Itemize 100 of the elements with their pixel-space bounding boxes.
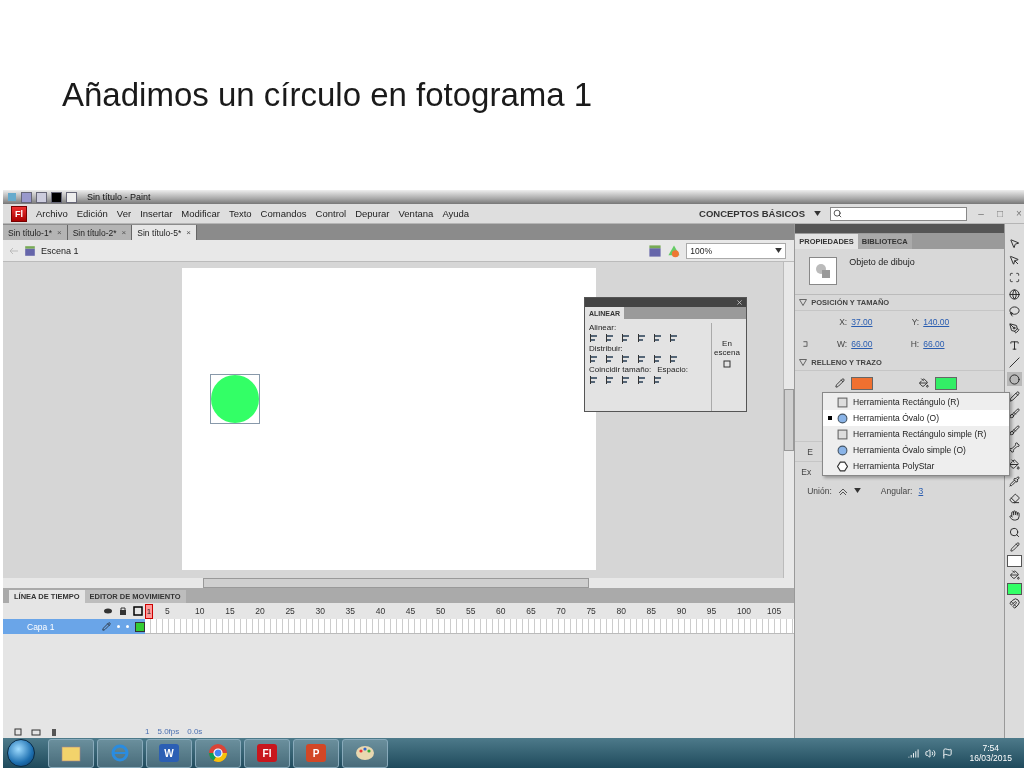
tool-button[interactable] bbox=[1007, 440, 1022, 454]
volume-icon[interactable] bbox=[925, 747, 937, 759]
tool-button[interactable] bbox=[1007, 491, 1022, 505]
menu-item[interactable]: Insertar bbox=[140, 208, 173, 219]
angular-value[interactable]: 3 bbox=[918, 485, 959, 496]
y-value[interactable]: 140.00 bbox=[923, 317, 964, 327]
tool-button[interactable] bbox=[1007, 423, 1022, 437]
lock-dot[interactable] bbox=[126, 625, 129, 628]
frame-number: 55 bbox=[466, 606, 476, 616]
tool-button[interactable] bbox=[1007, 338, 1022, 352]
angular-label: Angular: bbox=[880, 485, 913, 496]
vertical-scrollbar[interactable] bbox=[783, 262, 795, 578]
tool-button[interactable] bbox=[1007, 474, 1022, 488]
fill-color-swatch[interactable] bbox=[935, 376, 958, 390]
signal-icon[interactable] bbox=[908, 747, 920, 759]
caret-icon[interactable] bbox=[853, 488, 861, 493]
align-icon bbox=[669, 354, 679, 364]
close-icon[interactable]: × bbox=[121, 228, 127, 237]
tool-button[interactable] bbox=[1007, 287, 1022, 301]
taskbar-app[interactable]: P bbox=[293, 738, 339, 768]
tool-button[interactable] bbox=[1007, 406, 1022, 420]
outline-swatch[interactable] bbox=[135, 621, 145, 632]
tool-button[interactable] bbox=[1007, 508, 1022, 522]
elapsed-time: 0.0s bbox=[187, 727, 203, 736]
taskbar-app[interactable]: Fl bbox=[244, 738, 290, 768]
caret-icon[interactable] bbox=[814, 211, 821, 216]
scene-name[interactable]: Escena 1 bbox=[41, 245, 79, 256]
menu-item[interactable]: Herramienta Óvalo simple (O) bbox=[823, 442, 1009, 458]
back-arrow-icon bbox=[9, 245, 19, 256]
menu-item[interactable]: Edición bbox=[76, 208, 108, 219]
quick-access-icon[interactable] bbox=[51, 191, 62, 203]
width-value[interactable]: 66.00 bbox=[851, 339, 892, 349]
tool-button[interactable] bbox=[1007, 389, 1022, 403]
height-value[interactable]: 66.00 bbox=[923, 339, 964, 349]
clock[interactable]: 7:54 16/03/2015 bbox=[969, 743, 1012, 763]
fill-color-swatch[interactable] bbox=[1007, 583, 1022, 595]
start-button[interactable] bbox=[7, 739, 35, 767]
document-tab[interactable]: Sin título-5* × bbox=[132, 225, 197, 240]
flag-icon[interactable] bbox=[942, 747, 954, 759]
tool-button[interactable] bbox=[1007, 457, 1022, 471]
document-tab[interactable]: Sin título-1* × bbox=[3, 225, 68, 240]
workspace-switcher[interactable]: CONCEPTOS BÁSICOS bbox=[699, 208, 805, 219]
tool-button[interactable] bbox=[1007, 236, 1022, 250]
tool-button[interactable] bbox=[1007, 304, 1022, 318]
section-label: Coincidir tamaño: bbox=[589, 365, 652, 374]
x-value[interactable]: 37.00 bbox=[851, 317, 892, 327]
folder-icon bbox=[60, 743, 82, 763]
menu-item[interactable]: Modificar bbox=[181, 208, 220, 219]
menu-item[interactable]: Herramienta Óvalo (O) bbox=[823, 410, 1009, 426]
menu-item[interactable]: Herramienta Rectángulo simple (R) bbox=[823, 426, 1009, 442]
close-icon[interactable]: × bbox=[186, 228, 191, 237]
menu-item[interactable]: Ver bbox=[116, 208, 132, 219]
stage-toggle-label[interactable]: En escena bbox=[713, 339, 741, 357]
playhead[interactable]: 1 bbox=[145, 604, 153, 619]
horizontal-scrollbar[interactable] bbox=[3, 578, 795, 588]
frame-rate[interactable]: 5.0fps bbox=[157, 727, 180, 736]
outline-icon bbox=[133, 606, 143, 616]
close-icon[interactable]: × bbox=[56, 228, 62, 237]
oval-icon bbox=[837, 444, 848, 456]
tool-button[interactable] bbox=[1007, 525, 1022, 539]
zoom-dropdown[interactable]: 100% bbox=[686, 242, 787, 259]
stroke-color-swatch[interactable] bbox=[851, 376, 874, 390]
field-label: H: bbox=[909, 339, 920, 349]
search-icon bbox=[833, 209, 842, 218]
frame-number: 75 bbox=[586, 606, 596, 616]
window-control[interactable]: □ bbox=[995, 208, 1005, 219]
app-icon: Fl bbox=[257, 744, 277, 762]
visible-dot[interactable] bbox=[117, 625, 120, 628]
menu-item[interactable]: Herramienta PolyStar bbox=[823, 458, 1009, 474]
taskbar-app[interactable]: W bbox=[146, 738, 192, 768]
cursor-icon bbox=[1009, 254, 1020, 266]
document-tab[interactable]: Sin título-2* × bbox=[67, 225, 133, 240]
menu-item[interactable]: Control bbox=[315, 208, 347, 219]
section-label: Espacio: bbox=[657, 365, 688, 374]
align-icon bbox=[589, 375, 599, 385]
stroke-color-swatch[interactable] bbox=[1007, 555, 1022, 567]
taskbar-app[interactable] bbox=[48, 738, 94, 768]
align-icon bbox=[605, 375, 615, 385]
magnet-icon[interactable] bbox=[1009, 598, 1020, 609]
tool-button[interactable] bbox=[1007, 321, 1022, 335]
taskbar-app[interactable] bbox=[195, 738, 241, 768]
menu-item[interactable]: Texto bbox=[228, 208, 252, 219]
tool-button[interactable] bbox=[1007, 355, 1022, 369]
disclosure-triangle-icon[interactable] bbox=[799, 299, 808, 306]
menu-item[interactable]: Ayuda bbox=[442, 208, 470, 219]
window-control[interactable]: × bbox=[1014, 208, 1024, 219]
taskbar-app[interactable] bbox=[342, 738, 388, 768]
menu-item[interactable]: Ventana bbox=[398, 208, 434, 219]
search-field[interactable] bbox=[830, 206, 967, 221]
join-label: Unión: bbox=[807, 485, 832, 496]
field-label: X: bbox=[838, 317, 848, 327]
circle-shape[interactable] bbox=[210, 374, 260, 424]
align-icon bbox=[605, 354, 615, 364]
tool-button[interactable] bbox=[1007, 253, 1022, 267]
menu-item[interactable]: Comandos bbox=[260, 208, 307, 219]
menu-item[interactable]: Herramienta Rectángulo (R) bbox=[823, 394, 1009, 410]
window-control[interactable]: – bbox=[976, 208, 986, 219]
disclosure-triangle-icon[interactable] bbox=[799, 359, 808, 366]
menu-item[interactable]: Archivo bbox=[36, 208, 68, 219]
menu-item[interactable]: Depurar bbox=[355, 208, 390, 219]
